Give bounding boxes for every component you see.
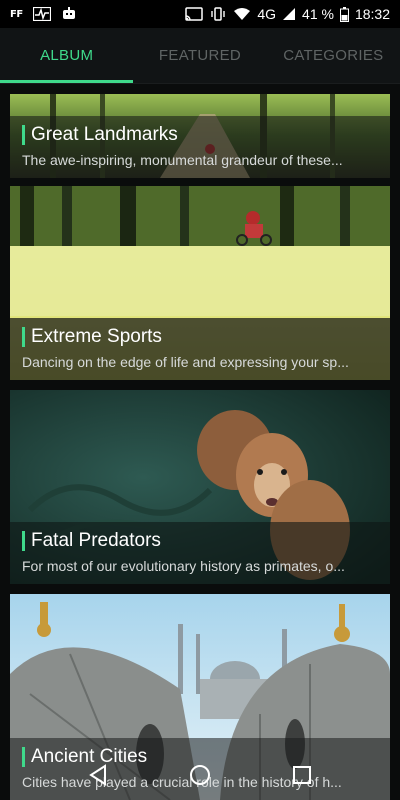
home-icon[interactable]: [189, 764, 211, 786]
navigation-bar: [0, 750, 400, 800]
status-bar: FF 4G 41 % 18:32: [0, 0, 400, 28]
album-title-row: Great Landmarks: [22, 124, 378, 146]
status-right: 4G 41 % 18:32: [185, 6, 390, 22]
tab-categories[interactable]: CATEGORIES: [267, 28, 400, 83]
network-type: 4G: [257, 6, 277, 22]
battery-icon: [339, 6, 349, 22]
vibrate-icon: [209, 7, 227, 21]
album-description: Dancing on the edge of life and expressi…: [22, 354, 349, 370]
tab-indicator: [0, 80, 133, 83]
album-title-row: Fatal Predators: [22, 530, 378, 552]
album-card-great-landmarks[interactable]: Great Landmarks The awe-inspiring, monum…: [10, 94, 390, 178]
album-caption: Fatal Predators For most of our evolutio…: [10, 522, 390, 584]
cast-icon: [185, 7, 204, 21]
wifi-icon: [233, 7, 251, 21]
album-title-row: Extreme Sports: [22, 326, 378, 348]
pulse-icon: [32, 7, 51, 21]
title-accent-bar: [22, 125, 25, 145]
album-card-extreme-sports[interactable]: Extreme Sports Dancing on the edge of li…: [10, 186, 390, 380]
recents-icon[interactable]: [291, 764, 313, 786]
album-card-fatal-predators[interactable]: Fatal Predators For most of our evolutio…: [10, 390, 390, 584]
album-title: Fatal Predators: [31, 530, 161, 551]
tab-bar: ALBUM FEATURED CATEGORIES: [0, 28, 400, 84]
album-caption: Great Landmarks The awe-inspiring, monum…: [10, 116, 390, 178]
back-icon[interactable]: [87, 764, 109, 786]
tab-featured[interactable]: FEATURED: [133, 28, 266, 83]
album-caption: Extreme Sports Dancing on the edge of li…: [10, 318, 390, 380]
ff-indicator: FF: [10, 8, 23, 20]
album-description: The awe-inspiring, monumental grandeur o…: [22, 152, 343, 168]
album-list[interactable]: Great Landmarks The awe-inspiring, monum…: [0, 84, 400, 800]
status-left: FF: [10, 7, 77, 21]
clock: 18:32: [354, 6, 390, 22]
battery-percent: 41 %: [302, 6, 334, 22]
signal-icon: [282, 7, 296, 21]
album-title: Extreme Sports: [31, 326, 162, 347]
title-accent-bar: [22, 327, 25, 347]
album-description: For most of our evolutionary history as …: [22, 558, 345, 574]
tab-album[interactable]: ALBUM: [0, 28, 133, 83]
album-title: Great Landmarks: [31, 124, 178, 145]
title-accent-bar: [22, 531, 25, 551]
robot-icon: [61, 7, 77, 21]
